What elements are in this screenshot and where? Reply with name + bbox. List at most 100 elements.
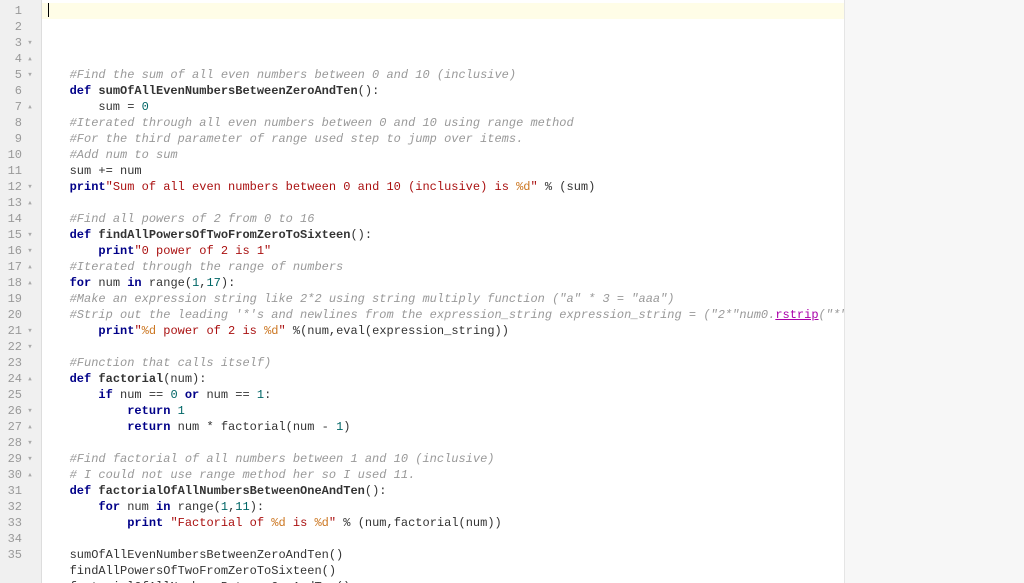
code-token (48, 420, 127, 434)
fold-up-icon[interactable]: ▴ (25, 263, 35, 272)
code-line[interactable]: print"0 power of 2 is 1" (48, 243, 844, 259)
code-line[interactable]: return 1 (48, 403, 844, 419)
gutter-row: 17▴ (4, 259, 35, 275)
code-token: sumOfAllEvenNumbersBetweenZeroAndTen() (48, 548, 343, 562)
code-line[interactable]: print"%d power of 2 is %d" %(num,eval(ex… (48, 323, 844, 339)
code-editor-area[interactable]: #Find the sum of all even numbers betwee… (42, 0, 844, 583)
fold-up-icon[interactable]: ▴ (25, 375, 35, 384)
line-number: 7 (4, 99, 22, 115)
code-line[interactable]: def sumOfAllEvenNumbersBetweenZeroAndTen… (48, 83, 844, 99)
code-line[interactable] (48, 195, 844, 211)
code-line[interactable]: def factorial(num): (48, 371, 844, 387)
code-line[interactable] (48, 531, 844, 547)
code-line[interactable]: #Iterated through all even numbers betwe… (48, 115, 844, 131)
fold-down-icon[interactable]: ▾ (25, 343, 35, 352)
code-token: #Iterated through the range of numbers (70, 260, 344, 274)
code-token: print (127, 516, 163, 530)
fold-up-icon[interactable]: ▴ (25, 55, 35, 64)
code-token: rstrip (775, 308, 818, 322)
line-number: 22 (4, 339, 22, 355)
code-line[interactable]: factorialOfAllNumbersBetweenOneAndTen() (48, 579, 844, 583)
fold-down-icon[interactable]: ▾ (25, 247, 35, 256)
line-number: 2 (4, 19, 22, 35)
code-token: ( (185, 276, 192, 290)
fold-up-icon[interactable]: ▴ (25, 471, 35, 480)
code-token: : (264, 388, 271, 402)
code-line[interactable]: #Find factorial of all numbers between 1… (48, 451, 844, 467)
code-line[interactable]: sum += num (48, 163, 844, 179)
fold-up-icon[interactable]: ▴ (25, 423, 35, 432)
code-line[interactable]: return num * factorial(num - 1) (48, 419, 844, 435)
code-token: findAllPowersOfTwoFromZeroToSixteen() (48, 564, 336, 578)
fold-down-icon[interactable]: ▾ (25, 71, 35, 80)
code-line[interactable] (48, 339, 844, 355)
code-line[interactable]: # I could not use range method her so I … (48, 467, 844, 483)
fold-down-icon[interactable]: ▾ (25, 327, 35, 336)
code-line[interactable]: #Add num to sum (48, 147, 844, 163)
code-token: return (127, 404, 170, 418)
code-line[interactable]: #Find the sum of all even numbers betwee… (48, 67, 844, 83)
code-line[interactable]: #Iterated through the range of numbers (48, 259, 844, 275)
code-token: num == (199, 388, 257, 402)
code-line[interactable]: #Strip out the leading '*'s and newlines… (48, 307, 844, 323)
code-line[interactable]: #Function that calls itself) (48, 355, 844, 371)
code-token: ("*").strip(os. (819, 308, 844, 322)
gutter-row: 12▾ (4, 179, 35, 195)
code-token: or (185, 388, 199, 402)
code-token: in (127, 276, 141, 290)
code-token: 0 (142, 100, 149, 114)
code-line[interactable]: findAllPowersOfTwoFromZeroToSixteen() (48, 563, 844, 579)
gutter-row: 32 (4, 499, 35, 515)
code-token: sum = (48, 100, 142, 114)
line-number: 17 (4, 259, 22, 275)
code-token: num * factorial(num - (170, 420, 336, 434)
code-line[interactable]: sum = 0 (48, 99, 844, 115)
code-line[interactable]: def findAllPowersOfTwoFromZeroToSixteen(… (48, 227, 844, 243)
code-token: "Factorial of (170, 516, 271, 530)
code-token: in (156, 500, 170, 514)
fold-down-icon[interactable]: ▾ (25, 183, 35, 192)
code-token: ): (221, 276, 235, 290)
line-number: 29 (4, 451, 22, 467)
fold-up-icon[interactable]: ▴ (25, 279, 35, 288)
code-line[interactable]: print "Factorial of %d is %d" % (num,fac… (48, 515, 844, 531)
code-token: (): (365, 484, 387, 498)
code-token: ( (214, 500, 221, 514)
code-line[interactable] (48, 435, 844, 451)
line-number: 25 (4, 387, 22, 403)
code-line[interactable]: for num in range(1,17): (48, 275, 844, 291)
line-number: 13 (4, 195, 22, 211)
fold-up-icon[interactable]: ▴ (25, 199, 35, 208)
gutter-row: 4▴ (4, 51, 35, 67)
code-token (48, 244, 98, 258)
code-token: %d (264, 324, 278, 338)
gutter-row: 31 (4, 483, 35, 499)
fold-down-icon[interactable]: ▾ (25, 439, 35, 448)
code-line[interactable]: #For the third parameter of range used s… (48, 131, 844, 147)
gutter-row: 23 (4, 355, 35, 371)
line-number: 34 (4, 531, 22, 547)
text-cursor (48, 3, 49, 17)
line-number: 1 (4, 3, 22, 19)
code-line[interactable]: def factorialOfAllNumbersBetweenOneAndTe… (48, 483, 844, 499)
code-token: " (531, 180, 538, 194)
fold-down-icon[interactable]: ▾ (25, 455, 35, 464)
gutter-row: 20 (4, 307, 35, 323)
code-token (48, 260, 70, 274)
code-line[interactable]: print"Sum of all even numbers between 0 … (48, 179, 844, 195)
gutter-row: 5▾ (4, 67, 35, 83)
code-line[interactable]: if num == 0 or num == 1: (48, 387, 844, 403)
code-line[interactable]: #Find all powers of 2 from 0 to 16 (48, 211, 844, 227)
code-token (48, 404, 127, 418)
code-line[interactable]: sumOfAllEvenNumbersBetweenZeroAndTen() (48, 547, 844, 563)
code-line[interactable]: #Make an expression string like 2*2 usin… (48, 291, 844, 307)
fold-down-icon[interactable]: ▾ (25, 231, 35, 240)
gutter-row: 33 (4, 515, 35, 531)
code-line[interactable] (48, 51, 844, 67)
code-token: (expression_string)) (365, 324, 509, 338)
fold-down-icon[interactable]: ▾ (25, 39, 35, 48)
code-line[interactable]: for num in range(1,11): (48, 499, 844, 515)
line-number: 30 (4, 467, 22, 483)
fold-down-icon[interactable]: ▾ (25, 407, 35, 416)
fold-up-icon[interactable]: ▴ (25, 103, 35, 112)
